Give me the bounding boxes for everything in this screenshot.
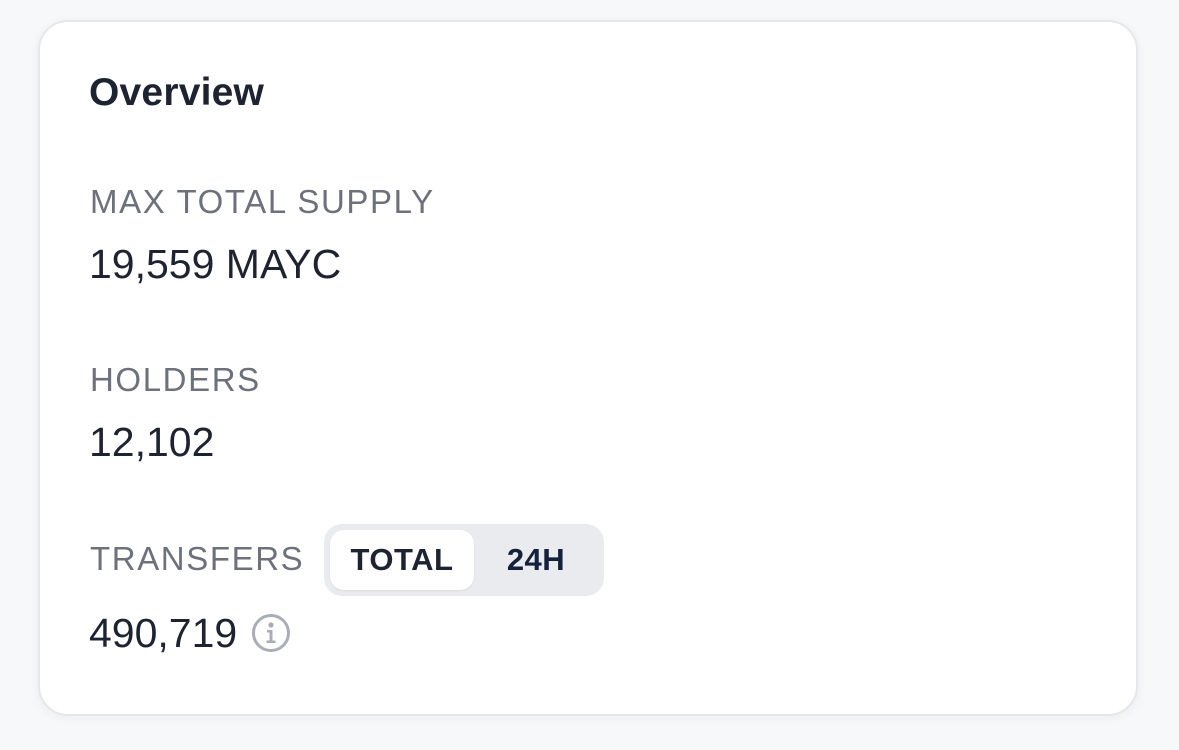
card-title: Overview <box>89 71 265 114</box>
toggle-total-button[interactable]: TOTAL <box>330 530 474 590</box>
max-total-supply-value: 19,559 MAYC <box>89 241 342 287</box>
transfers-value-row: 490,719 <box>89 609 291 657</box>
transfers-label: TRANSFERS <box>90 540 305 577</box>
max-total-supply-label: MAX TOTAL SUPPLY <box>90 183 435 220</box>
toggle-24h-button[interactable]: 24H <box>474 530 598 590</box>
transfers-value: 490,719 <box>89 610 238 656</box>
holders-label: HOLDERS <box>90 361 261 398</box>
info-circle-icon[interactable] <box>251 613 291 653</box>
overview-card: Overview MAX TOTAL SUPPLY 19,559 MAYC HO… <box>38 20 1138 716</box>
holders-value: 12,102 <box>89 419 215 465</box>
transfers-period-toggle: TOTAL 24H <box>324 524 604 596</box>
